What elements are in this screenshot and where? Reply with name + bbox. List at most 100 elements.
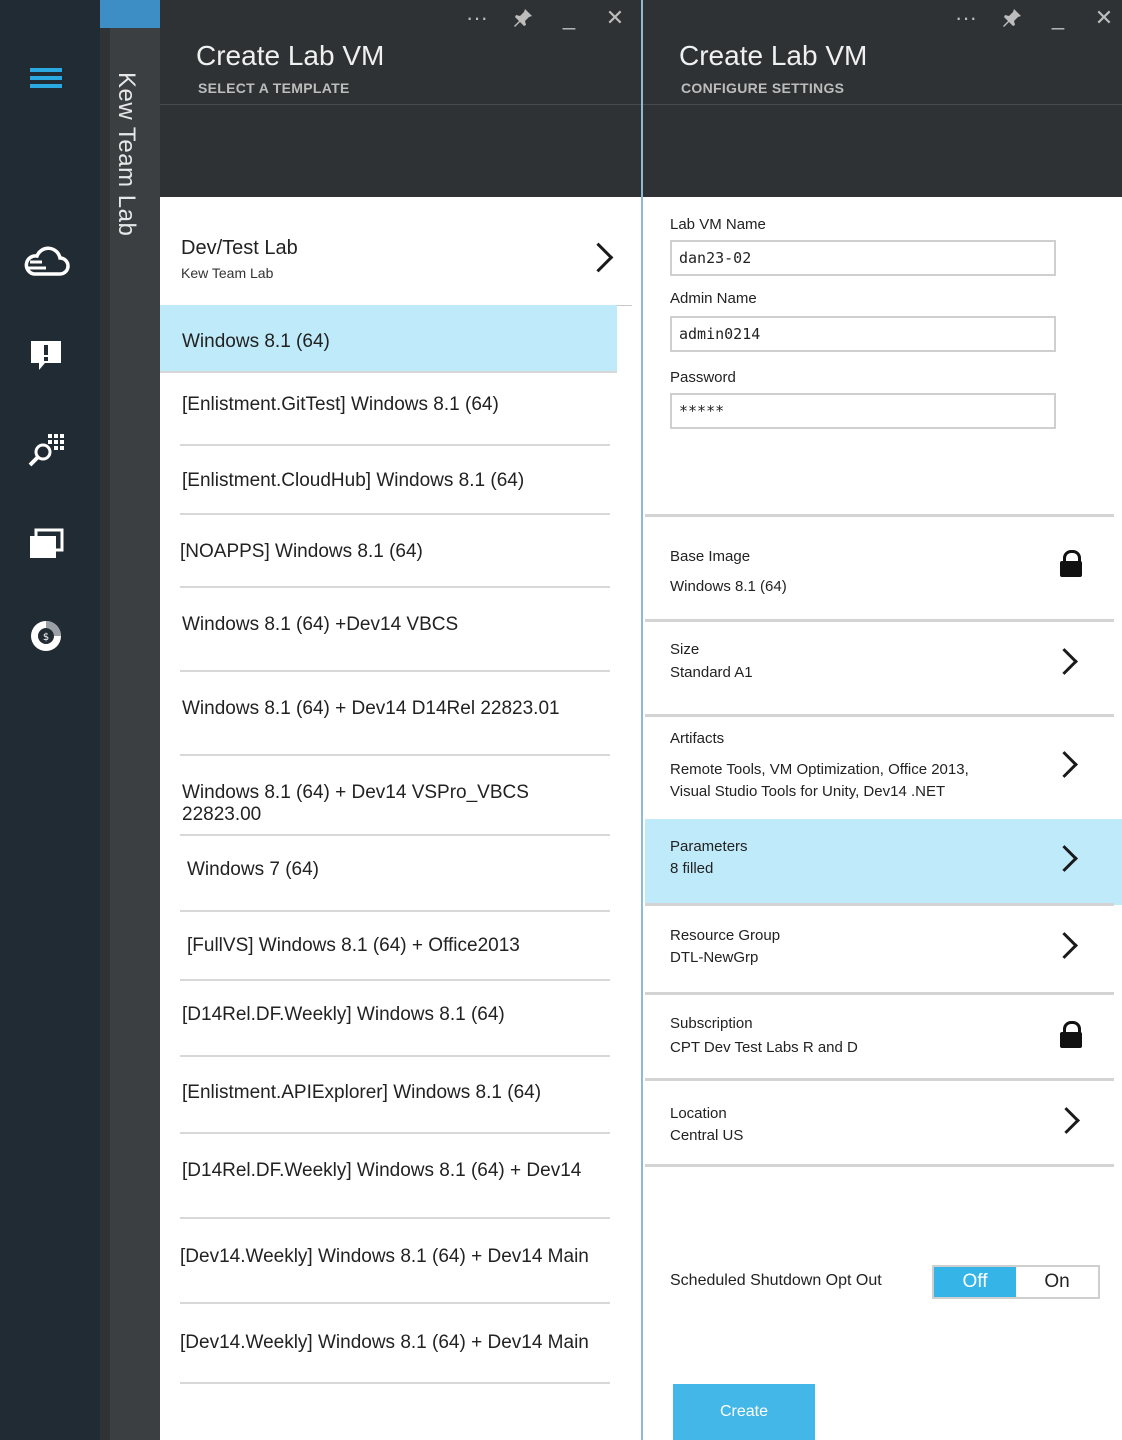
lab-selector-row[interactable]: Dev/Test Lab Kew Team Lab (160, 205, 632, 306)
artifacts-row[interactable]: Artifacts Remote Tools, VM Optimization,… (645, 717, 1114, 817)
header-divider (643, 104, 1122, 105)
blade-title: Create Lab VM (679, 40, 868, 71)
subscription-label: Subscription (670, 1015, 753, 1032)
cloud-icon[interactable] (20, 238, 72, 290)
subscription-row: Subscription CPT Dev Test Labs R and D (645, 995, 1114, 1079)
vm-name-label: Lab VM Name (670, 216, 766, 233)
template-label: [NOAPPS] Windows 8.1 (64) (180, 541, 423, 562)
artifacts-label: Artifacts (670, 730, 725, 747)
template-item[interactable]: Windows 8.1 (64) + Dev14 VSPro_VBCS 2282… (180, 756, 610, 836)
blade-toolbar: ··· _ ✕ (954, 4, 1116, 32)
minimize-icon[interactable]: _ (1046, 4, 1070, 32)
more-icon[interactable]: ··· (465, 4, 489, 32)
size-row[interactable]: Size Standard A1 (645, 622, 1114, 715)
close-icon[interactable]: ✕ (1092, 4, 1116, 32)
shutdown-opt-out-toggle[interactable]: Off On (932, 1265, 1100, 1299)
template-label: [Enlistment.CloudHub] Windows 8.1 (64) (182, 470, 525, 491)
template-label: Windows 8.1 (64) + Dev14 D14Rel 22823.01 (182, 698, 560, 719)
blade-subtitle: SELECT A TEMPLATE (198, 80, 350, 96)
blade-toolbar: ··· _ ✕ (465, 4, 627, 32)
toggle-on-option[interactable]: On (1016, 1267, 1098, 1297)
template-label: [Enlistment.GitTest] Windows 8.1 (64) (182, 394, 499, 415)
artifacts-value-line1: Remote Tools, VM Optimization, Office 20… (670, 761, 969, 778)
create-button[interactable]: Create (673, 1384, 815, 1440)
template-item[interactable]: Windows 8.1 (64) (160, 305, 617, 373)
template-item[interactable]: Windows 7 (64) (180, 836, 610, 912)
template-label: [Dev14.Weekly] Windows 8.1 (64) + Dev14 … (180, 1246, 589, 1267)
lock-icon (1060, 550, 1082, 578)
template-item[interactable]: Windows 8.1 (64) +Dev14 VBCS (180, 588, 610, 672)
lab-subtitle: Kew Team Lab (181, 265, 274, 281)
blade-subtitle: CONFIGURE SETTINGS (681, 80, 845, 96)
lab-name: Dev/Test Lab (181, 237, 298, 259)
template-label: [FullVS] Windows 8.1 (64) + Office2013 (187, 935, 520, 956)
windows-icon[interactable] (20, 518, 72, 570)
header-divider (160, 104, 641, 105)
journey-stripe (100, 28, 110, 1440)
location-row[interactable]: Location Central US (645, 1081, 1114, 1165)
template-label: [D14Rel.DF.Weekly] Windows 8.1 (64) + De… (182, 1160, 582, 1181)
blade-header: ··· _ ✕ Create Lab VM SELECT A TEMPLATE (160, 0, 641, 197)
size-value: Standard A1 (670, 664, 753, 681)
base-image-value: Windows 8.1 (64) (670, 578, 787, 595)
vm-name-input[interactable] (670, 240, 1056, 276)
journey-accent-bar (100, 0, 160, 28)
hamburger-menu-icon[interactable] (20, 52, 72, 104)
journey-title[interactable]: Kew Team Lab (112, 72, 140, 236)
template-label: [Enlistment.APIExplorer] Windows 8.1 (64… (182, 1082, 542, 1103)
pin-icon[interactable] (511, 4, 535, 32)
base-image-label: Base Image (670, 548, 751, 565)
template-item[interactable]: [Dev14.Weekly] Windows 8.1 (64) + Dev14 … (180, 1219, 610, 1304)
billing-icon[interactable]: $ (20, 610, 72, 662)
artifacts-value-line2: Visual Studio Tools for Unity, Dev14 .NE… (670, 783, 946, 800)
lock-icon (1060, 1021, 1082, 1049)
pin-icon[interactable] (1000, 4, 1024, 32)
template-item[interactable]: [Dev14.Weekly] Windows 8.1 (64) + Dev14 … (180, 1304, 610, 1384)
nav-rail: $ (0, 0, 100, 1440)
template-label: [Dev14.Weekly] Windows 8.1 (64) + Dev14 … (180, 1332, 589, 1353)
chevron-right-icon (1051, 648, 1078, 675)
template-label: Windows 8.1 (64) + Dev14 VSPro_VBCS 2282… (182, 782, 529, 825)
minimize-icon[interactable]: _ (557, 4, 581, 32)
chevron-right-icon (583, 242, 614, 273)
select-template-blade: ··· _ ✕ Create Lab VM SELECT A TEMPLATE … (160, 0, 641, 1440)
location-label: Location (670, 1105, 727, 1122)
row-divider (645, 1164, 1114, 1167)
admin-name-input[interactable] (670, 316, 1056, 352)
parameters-row[interactable]: Parameters 8 filled (645, 819, 1122, 905)
more-icon[interactable]: ··· (954, 4, 978, 32)
template-label: Windows 8.1 (64) +Dev14 VBCS (182, 614, 459, 635)
resource-group-label: Resource Group (670, 927, 781, 944)
admin-name-label: Admin Name (670, 290, 757, 307)
chevron-right-icon (1051, 751, 1078, 778)
password-label: Password (670, 369, 736, 386)
template-item[interactable]: [NOAPPS] Windows 8.1 (64) (180, 515, 610, 588)
location-value: Central US (670, 1127, 744, 1144)
template-item[interactable]: [FullVS] Windows 8.1 (64) + Office2013 (180, 912, 610, 981)
base-image-row: Base Image Windows 8.1 (64) (645, 517, 1114, 620)
search-grid-icon[interactable] (20, 424, 72, 476)
template-label: Windows 8.1 (64) (182, 331, 330, 352)
toggle-off-option[interactable]: Off (934, 1267, 1016, 1297)
template-label: [D14Rel.DF.Weekly] Windows 8.1 (64) (182, 1004, 505, 1025)
template-item[interactable]: [D14Rel.DF.Weekly] Windows 8.1 (64) + De… (180, 1134, 610, 1219)
blade-header: ··· _ ✕ Create Lab VM CONFIGURE SETTINGS (643, 0, 1122, 197)
configure-settings-blade: ··· _ ✕ Create Lab VM CONFIGURE SETTINGS… (643, 0, 1122, 1440)
template-item[interactable]: Windows 8.1 (64) + Dev14 D14Rel 22823.01 (180, 672, 610, 756)
template-item[interactable]: [D14Rel.DF.Weekly] Windows 8.1 (64) (180, 981, 610, 1057)
notification-icon[interactable] (20, 330, 72, 382)
chevron-right-icon (1053, 1107, 1080, 1134)
svg-text:$: $ (43, 632, 49, 643)
close-icon[interactable]: ✕ (603, 4, 627, 32)
password-input[interactable] (670, 393, 1056, 429)
template-item[interactable]: [Enlistment.APIExplorer] Windows 8.1 (64… (180, 1057, 610, 1134)
blade-title: Create Lab VM (196, 40, 385, 71)
resource-group-row[interactable]: Resource Group DTL-NewGrp (645, 906, 1114, 993)
chevron-right-icon (1051, 932, 1078, 959)
parameters-label: Parameters (670, 838, 748, 855)
shutdown-opt-out-label: Scheduled Shutdown Opt Out (670, 1272, 882, 1289)
parameters-value: 8 filled (670, 860, 714, 877)
template-item[interactable]: [Enlistment.CloudHub] Windows 8.1 (64) (180, 446, 610, 515)
subscription-value: CPT Dev Test Labs R and D (670, 1039, 858, 1056)
template-item[interactable]: [Enlistment.GitTest] Windows 8.1 (64) (180, 373, 610, 446)
